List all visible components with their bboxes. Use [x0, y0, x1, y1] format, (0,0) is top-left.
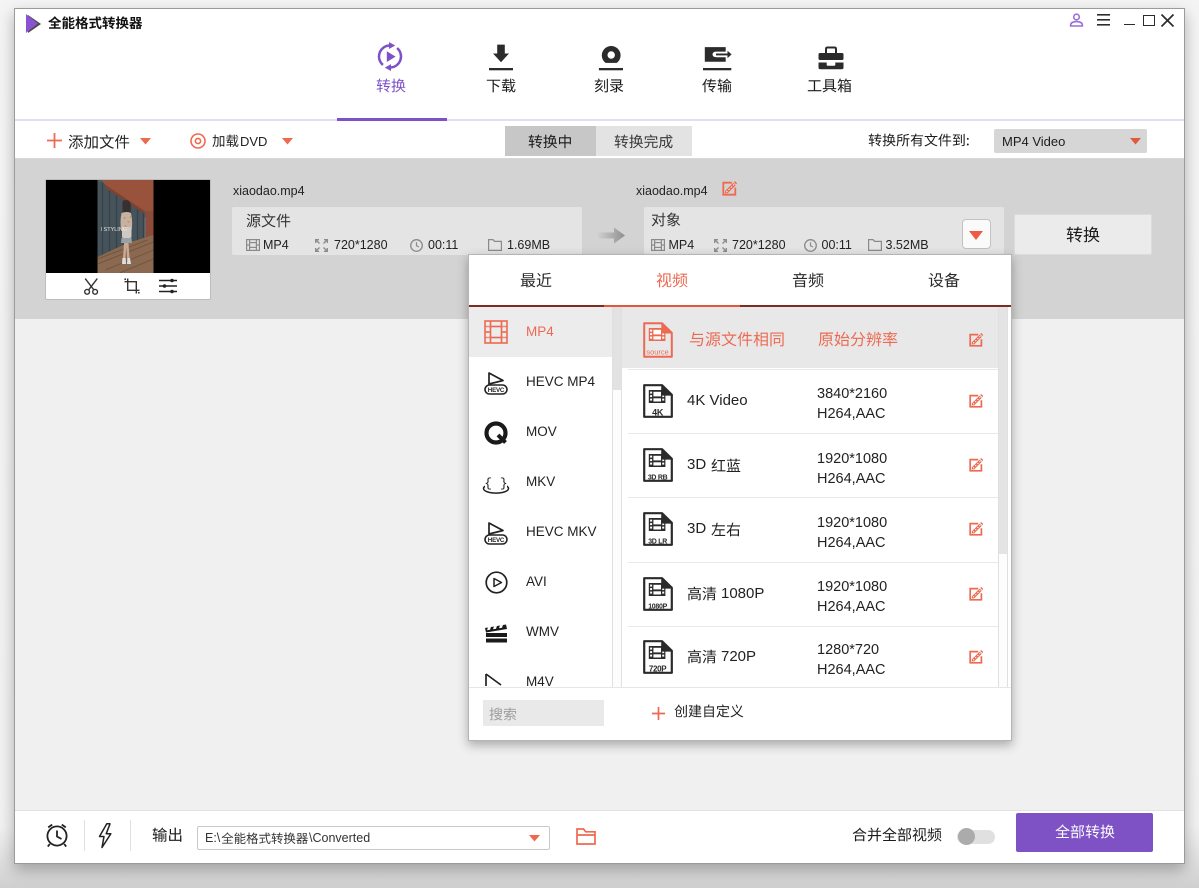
svg-text:4K: 4K: [652, 407, 664, 417]
svg-text:{ }: { }: [484, 476, 507, 491]
svg-text:1080P: 1080P: [648, 603, 667, 610]
svg-text:720P: 720P: [649, 664, 667, 673]
svg-text:HEVC: HEVC: [488, 387, 505, 394]
svg-text:I STYLING: I STYLING: [100, 227, 127, 233]
svg-text:source: source: [646, 348, 669, 357]
svg-text:3D RB: 3D RB: [648, 474, 668, 481]
svg-text:3D LR: 3D LR: [648, 538, 667, 545]
svg-text:HEVC: HEVC: [488, 537, 505, 544]
